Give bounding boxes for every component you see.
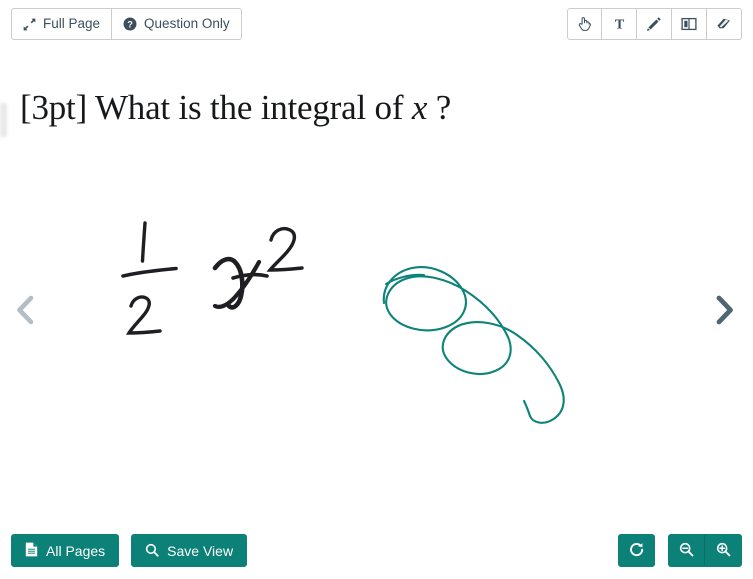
- zoom-in-button[interactable]: [705, 534, 742, 567]
- columns-tool-button[interactable]: [672, 8, 707, 40]
- previous-page-button[interactable]: [2, 286, 48, 336]
- expand-arrows-icon: [23, 18, 36, 31]
- text-t-icon: T: [612, 16, 627, 32]
- scan-edge-artifact: [0, 103, 7, 137]
- page-viewport[interactable]: [3pt] What is the integral of x ?: [0, 48, 753, 525]
- next-page-button[interactable]: [701, 286, 747, 336]
- bottom-toolbar: All Pages Save View: [0, 525, 753, 579]
- chevron-right-icon: [713, 294, 735, 329]
- svg-text:T: T: [614, 17, 624, 32]
- question-only-button[interactable]: ? Question Only: [112, 8, 242, 40]
- question-statement: [3pt] What is the integral of x ?: [20, 88, 451, 128]
- scanned-page-image[interactable]: [3pt] What is the integral of x ?: [0, 48, 753, 525]
- text-tool-button[interactable]: T: [602, 8, 637, 40]
- save-view-label: Save View: [167, 542, 234, 559]
- question-variable: x: [411, 88, 428, 127]
- all-pages-label: All Pages: [46, 542, 106, 559]
- pen-tool-button[interactable]: [637, 8, 672, 40]
- zoom-in-icon: [716, 542, 731, 559]
- hand-pointer-icon: [577, 16, 592, 32]
- handwritten-fraction: [118, 213, 188, 343]
- annotation-tool-group: T: [567, 8, 742, 40]
- question-prefix: [3pt] What is the integral of: [20, 88, 412, 127]
- columns-icon: [681, 17, 697, 31]
- svg-text:?: ?: [127, 20, 133, 30]
- save-view-button[interactable]: Save View: [131, 534, 248, 567]
- zoom-out-icon: [679, 542, 694, 559]
- eraser-icon: [716, 17, 732, 31]
- handwritten-x-squared: [205, 218, 315, 333]
- view-mode-button-group: Full Page ? Question Only: [11, 8, 242, 40]
- pencil-icon: [646, 16, 662, 32]
- question-suffix: ?: [427, 88, 452, 127]
- top-toolbar: Full Page ? Question Only T: [0, 0, 753, 48]
- full-page-label: Full Page: [43, 16, 101, 32]
- footer-left-button-group: All Pages Save View: [11, 534, 248, 567]
- question-circle-icon: ?: [123, 17, 137, 31]
- question-only-label: Question Only: [144, 16, 230, 32]
- eraser-tool-button[interactable]: [707, 8, 742, 40]
- magnifier-icon: [145, 543, 159, 559]
- full-page-button[interactable]: Full Page: [11, 8, 113, 40]
- zoom-out-button[interactable]: [668, 534, 705, 567]
- pan-tool-button[interactable]: [567, 8, 602, 40]
- rotate-right-icon: [629, 542, 645, 560]
- rotate-button[interactable]: [618, 534, 655, 567]
- zoom-button-group: [668, 534, 742, 567]
- chevron-left-icon: [14, 294, 36, 329]
- file-document-icon: [25, 542, 38, 559]
- footer-right-button-group: [618, 534, 742, 567]
- all-pages-button[interactable]: All Pages: [11, 534, 120, 567]
